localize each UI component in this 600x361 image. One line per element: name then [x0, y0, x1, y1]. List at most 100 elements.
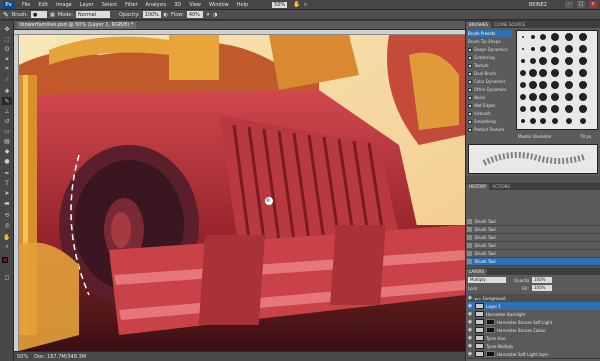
opacity-field[interactable]: 100%: [142, 11, 161, 18]
maximize-button[interactable]: □: [577, 1, 585, 8]
toggle-brushes-panel-icon[interactable]: ▦: [50, 12, 55, 18]
history-item[interactable]: Brush Tool: [467, 218, 600, 226]
brush-preset-grid[interactable]: [516, 30, 598, 130]
gradient-icon[interactable]: ▤: [2, 137, 12, 145]
document-tab[interactable]: blowerfamilies.psd @ 50% (Layer 1, RGB/8…: [17, 22, 137, 29]
eye-icon[interactable]: ◉: [467, 351, 473, 357]
3d-rotate-icon[interactable]: ⟲: [2, 211, 12, 219]
checkbox[interactable]: [468, 71, 472, 76]
checkbox[interactable]: [468, 103, 472, 108]
layer-row[interactable]: ◉ Harvester Soft Light layer: [467, 350, 600, 359]
history-item[interactable]: Brush Tool: [467, 234, 600, 242]
workspace-label[interactable]: BEINE2: [529, 2, 547, 8]
layer-fill-field[interactable]: 100%: [532, 285, 552, 291]
stamp-icon[interactable]: ⊥: [2, 107, 12, 115]
path-select-icon[interactable]: ➤: [2, 189, 12, 197]
menu-3d[interactable]: 3D: [170, 2, 185, 8]
eye-icon[interactable]: ◉: [467, 343, 473, 349]
brush-option-airbrush[interactable]: Airbrush: [468, 110, 512, 117]
brush-option-dual-brush[interactable]: Dual Brush: [468, 70, 512, 77]
hand-icon[interactable]: ✋: [293, 1, 300, 8]
status-zoom[interactable]: 50%: [17, 354, 28, 360]
brush-option-wet-edges[interactable]: Wet Edges: [468, 102, 512, 109]
zoom-tool-icon[interactable]: ⌕: [2, 243, 12, 251]
brush-option-protect-texture[interactable]: Protect Texture: [468, 126, 512, 133]
marquee-icon[interactable]: ⬚: [2, 35, 12, 43]
eye-icon[interactable]: ◉: [467, 335, 473, 341]
brush-presets-button[interactable]: Brush Presets: [468, 30, 512, 37]
menu-analysis[interactable]: Analysis: [142, 2, 171, 8]
checkbox[interactable]: [468, 87, 472, 92]
eye-icon[interactable]: ◉: [467, 319, 473, 325]
checkbox[interactable]: [468, 79, 472, 84]
menu-window[interactable]: Window: [205, 2, 233, 8]
brush-option-shape-dynamics[interactable]: Shape Dynamics: [468, 46, 512, 53]
menu-file[interactable]: File: [18, 2, 34, 8]
crop-icon[interactable]: ⌗: [2, 65, 12, 73]
checkbox[interactable]: [468, 55, 472, 60]
dodge-icon[interactable]: ●: [2, 157, 12, 165]
layer-opacity-field[interactable]: 100%: [532, 277, 552, 283]
brush-option-scattering[interactable]: Scattering: [468, 54, 512, 61]
airbrush-icon[interactable]: ✈: [206, 12, 210, 18]
checkbox[interactable]: [468, 95, 472, 100]
menu-edit[interactable]: Edit: [34, 2, 52, 8]
checkbox[interactable]: [468, 47, 472, 52]
checkbox[interactable]: [468, 127, 472, 132]
menu-filter[interactable]: Filter: [121, 2, 141, 8]
history-item[interactable]: Brush Tool: [467, 250, 600, 258]
pressure-opacity-icon[interactable]: ◐: [164, 12, 168, 18]
pressure-size-icon[interactable]: ◑: [213, 12, 217, 18]
checkbox[interactable]: [468, 63, 472, 68]
move-icon[interactable]: ✥: [2, 25, 12, 33]
quick-mask-icon[interactable]: ◻: [2, 273, 12, 281]
menu-image[interactable]: Image: [52, 2, 76, 8]
blur-icon[interactable]: ◆: [2, 147, 12, 155]
shape-icon[interactable]: ▬: [2, 199, 12, 207]
history-item-current[interactable]: Brush Tool: [467, 258, 600, 266]
menu-help[interactable]: Help: [233, 2, 252, 8]
history-brush-icon[interactable]: ↺: [2, 117, 12, 125]
eraser-icon[interactable]: ▭: [2, 127, 12, 135]
zoom-dropdown[interactable]: 50%: [272, 1, 288, 8]
brush-tool-icon[interactable]: ✎: [3, 11, 9, 19]
type-icon[interactable]: T: [2, 179, 12, 187]
healing-icon[interactable]: ✚: [2, 87, 12, 95]
hand-tool-icon[interactable]: ✋: [2, 233, 12, 241]
menu-layer[interactable]: Layer: [76, 2, 98, 8]
brush-history-icon: [467, 235, 472, 240]
brush-option-smoothing[interactable]: Smoothing: [468, 118, 512, 125]
eye-icon[interactable]: ◉: [467, 311, 473, 317]
history-item[interactable]: Brush Tool: [467, 242, 600, 250]
eye-icon[interactable]: ◉: [467, 303, 473, 309]
eye-icon[interactable]: ◉: [467, 295, 473, 301]
lasso-icon[interactable]: ʘ: [2, 45, 12, 53]
brush-option-noise[interactable]: Noise: [468, 94, 512, 101]
menu-select[interactable]: Select: [98, 2, 121, 8]
brush-preset-picker[interactable]: ●: [31, 11, 47, 18]
minimize-button[interactable]: -: [565, 1, 573, 8]
3d-camera-icon[interactable]: ◎: [2, 221, 12, 229]
master-diameter-value[interactable]: 70 px: [580, 134, 591, 139]
close-button[interactable]: x: [589, 1, 597, 8]
wand-icon[interactable]: ✶: [2, 55, 12, 63]
zoom-icon[interactable]: ⌕: [304, 1, 307, 9]
brush-option-texture[interactable]: Texture: [468, 62, 512, 69]
eye-icon[interactable]: ◉: [467, 327, 473, 333]
brush-option-color-dynamics[interactable]: Color Dynamics: [468, 78, 512, 85]
pen-icon[interactable]: ✒: [2, 169, 12, 177]
mode-select[interactable]: Normal: [76, 11, 111, 18]
brush-icon[interactable]: ✎: [2, 97, 12, 105]
brush-option-tip-shape[interactable]: Brush Tip Shape: [468, 38, 512, 45]
checkbox[interactable]: [468, 119, 472, 124]
brush-history-icon: [467, 251, 472, 256]
eyedropper-icon[interactable]: ⁄: [2, 75, 12, 83]
checkbox[interactable]: [468, 111, 472, 116]
history-item[interactable]: Brush Tool: [467, 226, 600, 234]
menu-view[interactable]: View: [185, 2, 205, 8]
flow-field[interactable]: 40%: [186, 11, 203, 18]
blend-mode-select[interactable]: Multiply: [468, 277, 506, 283]
foreground-color-swatch[interactable]: [2, 257, 8, 263]
brush-option-other-dynamics[interactable]: Other Dynamics: [468, 86, 512, 93]
document-canvas[interactable]: [19, 35, 465, 351]
